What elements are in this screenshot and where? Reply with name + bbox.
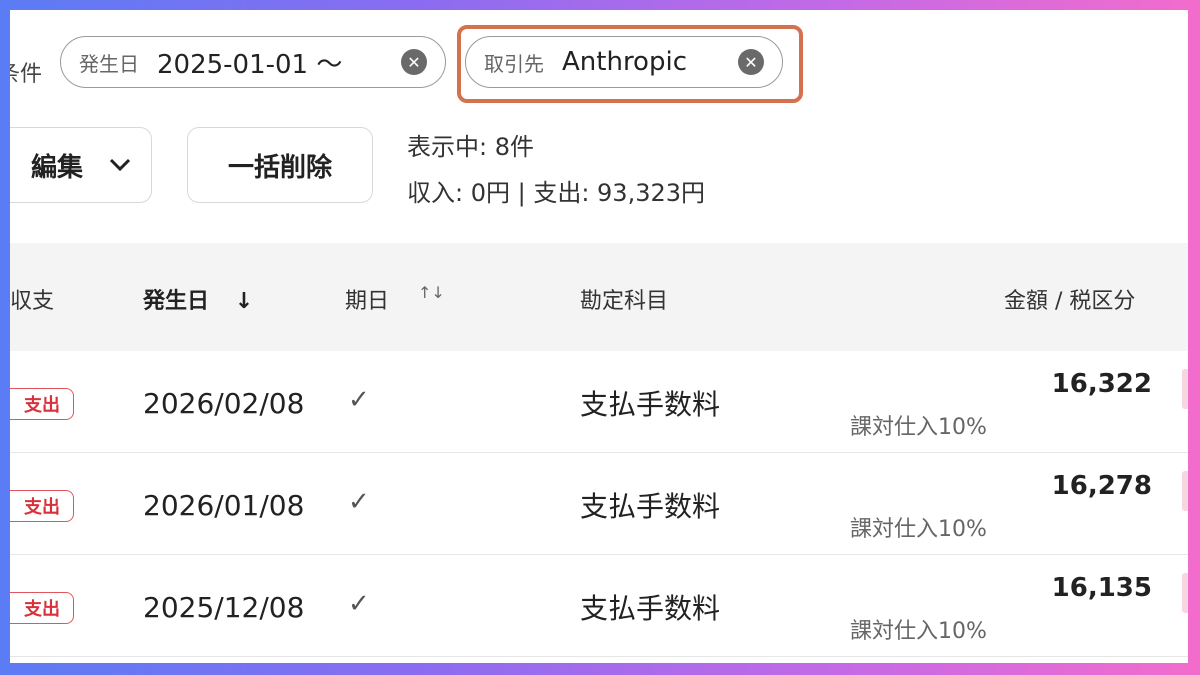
sort-icon: ↑↓ — [418, 283, 445, 302]
account-cell: 支払手数料 — [580, 490, 721, 523]
table-row[interactable]: 支出 2026/01/08 ✓ 支払手数料 16,278 課対仕入10% — [10, 453, 1188, 555]
column-header-date-label: 発生日 — [143, 289, 210, 314]
edit-button-label: 編集 — [30, 152, 83, 183]
date-cell: 2025/12/08 — [143, 591, 305, 624]
totals-text: 収入: 0円 | 支出: 93,323円 — [407, 179, 706, 207]
column-header-due[interactable]: 期日 ↑↓ — [345, 283, 445, 315]
table-row[interactable]: 支出 2026/02/08 ✓ 支払手数料 16,322 課対仕入10% — [10, 351, 1188, 453]
chevron-down-icon — [109, 153, 131, 178]
expense-badge: 支出 — [10, 490, 74, 522]
filter-chip-key: 取引先 — [484, 51, 544, 76]
tax-category-cell: 課対仕入10% — [850, 619, 987, 644]
filter-chip-date[interactable]: 発生日 2025-01-01 〜 ✕ — [60, 36, 446, 88]
expense-badge: 支出 — [10, 592, 74, 624]
amount-cell: 16,322 — [1051, 369, 1152, 399]
close-icon[interactable]: ✕ — [401, 49, 427, 75]
account-cell: 支払手数料 — [580, 592, 721, 625]
column-header-account[interactable]: 勘定科目 — [580, 283, 668, 315]
row-action-edge — [1182, 369, 1188, 409]
tax-category-cell: 課対仕入10% — [850, 517, 987, 542]
transactions-panel: 条件 発生日 2025-01-01 〜 ✕ 取引先 Anthropic ✕ 編集… — [10, 10, 1188, 663]
expense-badge: 支出 — [10, 388, 74, 420]
close-icon[interactable]: ✕ — [738, 49, 764, 75]
account-cell: 支払手数料 — [580, 388, 721, 421]
filter-label: 条件 — [10, 62, 43, 87]
filter-chip-value: 2025-01-01 〜 — [157, 49, 343, 80]
check-icon: ✓ — [348, 487, 370, 517]
column-header-type[interactable]: 収支 — [10, 283, 54, 315]
summary: 表示中: 8件 収入: 0円 | 支出: 93,323円 — [407, 124, 705, 216]
amount-cell: 16,278 — [1051, 471, 1152, 501]
edit-menu-button[interactable]: 編集 — [10, 127, 152, 203]
column-header-date[interactable]: 発生日 ↓ — [143, 283, 253, 315]
tax-category-cell: 課対仕入10% — [850, 415, 987, 440]
column-header-due-label: 期日 — [345, 289, 390, 314]
filter-chip-partner[interactable]: 取引先 Anthropic ✕ — [465, 36, 783, 88]
date-cell: 2026/02/08 — [143, 387, 305, 420]
amount-cell: 16,135 — [1051, 573, 1152, 603]
showing-count: 表示中: 8件 — [407, 133, 534, 161]
arrow-down-icon: ↓ — [234, 289, 254, 314]
bulk-delete-button[interactable]: 一括削除 — [187, 127, 373, 203]
date-cell: 2026/01/08 — [143, 489, 305, 522]
table-header: 収支 発生日 ↓ 期日 ↑↓ 勘定科目 金額 / 税区分 — [10, 243, 1188, 351]
check-icon: ✓ — [348, 385, 370, 415]
column-header-amount[interactable]: 金額 / 税区分 — [1004, 283, 1135, 315]
filter-chip-key: 発生日 — [79, 51, 139, 76]
check-icon: ✓ — [348, 589, 370, 619]
row-action-edge — [1182, 573, 1188, 613]
table-row[interactable]: 支出 2025/12/08 ✓ 支払手数料 16,135 課対仕入10% — [10, 555, 1188, 657]
filter-chip-value: Anthropic — [562, 47, 687, 77]
row-action-edge — [1182, 471, 1188, 511]
